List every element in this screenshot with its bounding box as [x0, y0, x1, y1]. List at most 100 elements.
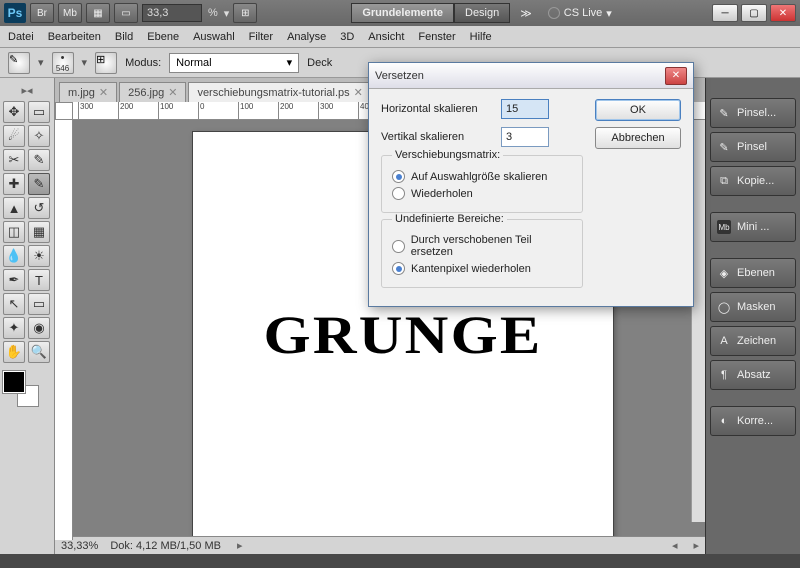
- hand-tool[interactable]: ✋: [3, 341, 25, 363]
- brush-tool[interactable]: ✎: [28, 173, 50, 195]
- blur-tool[interactable]: 💧: [3, 245, 25, 267]
- menu-bearbeiten[interactable]: Bearbeiten: [48, 31, 101, 43]
- marquee-tool[interactable]: ▭: [28, 101, 50, 123]
- ruler-origin[interactable]: [55, 102, 73, 120]
- menu-bild[interactable]: Bild: [115, 31, 133, 43]
- document-tab[interactable]: m.jpg✕: [59, 82, 117, 102]
- eyedropper-tool[interactable]: ✎: [28, 149, 50, 171]
- move-tool[interactable]: ✥: [3, 101, 25, 123]
- view-extras-button[interactable]: ▦: [86, 3, 110, 23]
- lasso-tool[interactable]: ☄: [3, 125, 25, 147]
- panel-masks[interactable]: ◯Masken: [710, 292, 796, 322]
- zoom-input[interactable]: 33,3: [142, 4, 202, 22]
- menu-ebene[interactable]: Ebene: [147, 31, 179, 43]
- foreground-swatch[interactable]: [3, 371, 25, 393]
- dodge-tool[interactable]: ☀: [28, 245, 50, 267]
- cancel-button[interactable]: Abbrechen: [595, 127, 681, 149]
- titlebar: Ps Br Mb ▦ ▭ 33,3 % ▾ ⊞ Grundelemente De…: [0, 0, 800, 26]
- panel-character[interactable]: AZeichen: [710, 326, 796, 356]
- ruler-vertical[interactable]: [55, 120, 73, 540]
- panel-grip-icon[interactable]: ▸◂: [3, 84, 51, 97]
- color-swatches[interactable]: [3, 371, 43, 407]
- path-tool[interactable]: ↖: [3, 293, 25, 315]
- panel-brush[interactable]: ✎Pinsel: [710, 132, 796, 162]
- menu-auswahl[interactable]: Auswahl: [193, 31, 235, 43]
- brush-preset-icon[interactable]: •546: [52, 52, 74, 74]
- close-button[interactable]: ✕: [770, 4, 796, 22]
- panel-adjustments[interactable]: ◐Korre...: [710, 406, 796, 436]
- menu-ansicht[interactable]: Ansicht: [368, 31, 404, 43]
- zoom-tool[interactable]: 🔍: [28, 341, 50, 363]
- panel-brush-presets[interactable]: ✎Pinsel...: [710, 98, 796, 128]
- dialog-title: Versetzen: [375, 70, 424, 82]
- status-zoom[interactable]: 33,33%: [61, 540, 98, 552]
- workspace-tab-essentials[interactable]: Grundelemente: [351, 3, 454, 23]
- workspace-tab-design[interactable]: Design: [454, 3, 510, 23]
- radio-tile[interactable]: Wiederholen: [392, 187, 572, 200]
- panel-minibridge[interactable]: MbMini ...: [710, 212, 796, 242]
- brush-panel-icon[interactable]: ⊞: [95, 52, 117, 74]
- screen-mode-button[interactable]: ▭: [114, 3, 138, 23]
- chevron-down-icon[interactable]: ▾: [38, 56, 44, 69]
- radio-repeat-edge[interactable]: Kantenpixel wiederholen: [392, 262, 572, 275]
- tools-panel: ▸◂ ✥ ▭ ☄ ✧ ✂ ✎ ✚ ✎ ▲ ↺ ◫ ▦ 💧 ☀ ✒ T ↖ ▭ ✦…: [0, 78, 55, 554]
- cslive-button[interactable]: CS Live ▾: [548, 7, 612, 20]
- menu-3d[interactable]: 3D: [340, 31, 354, 43]
- workspace-more-icon[interactable]: ≫: [520, 7, 532, 20]
- maximize-button[interactable]: ▢: [741, 4, 767, 22]
- hscale-input[interactable]: [501, 99, 549, 119]
- dialog-titlebar[interactable]: Versetzen ✕: [369, 63, 693, 89]
- heal-tool[interactable]: ✚: [3, 173, 25, 195]
- fieldset-legend: Verschiebungsmatrix:: [392, 149, 503, 161]
- close-icon[interactable]: ✕: [99, 86, 108, 99]
- menu-hilfe[interactable]: Hilfe: [470, 31, 492, 43]
- menu-datei[interactable]: Datei: [8, 31, 34, 43]
- eraser-tool[interactable]: ◫: [3, 221, 25, 243]
- history-brush-tool[interactable]: ↺: [28, 197, 50, 219]
- dialog-displace: Versetzen ✕ Horizontal skalieren Vertika…: [368, 62, 694, 307]
- minibridge-icon: Mb: [717, 220, 731, 234]
- radio-stretch[interactable]: Auf Auswahlgröße skalieren: [392, 170, 572, 183]
- status-docinfo[interactable]: Dok: 4,12 MB/1,50 MB: [110, 540, 221, 552]
- 3d-tool[interactable]: ✦: [3, 317, 25, 339]
- shape-tool[interactable]: ▭: [28, 293, 50, 315]
- wand-tool[interactable]: ✧: [28, 125, 50, 147]
- close-icon[interactable]: ✕: [354, 86, 363, 99]
- minibridge-button[interactable]: Mb: [58, 3, 82, 23]
- menu-fenster[interactable]: Fenster: [418, 31, 455, 43]
- document-tab[interactable]: verschiebungsmatrix-tutorial.ps✕: [188, 82, 371, 102]
- document-tab[interactable]: 256.jpg✕: [119, 82, 186, 102]
- canvas-text-layer: GRUNGE: [168, 304, 638, 366]
- bridge-button[interactable]: Br: [30, 3, 54, 23]
- gradient-tool[interactable]: ▦: [28, 221, 50, 243]
- blend-mode-select[interactable]: Normal▾: [169, 53, 299, 73]
- menu-analyse[interactable]: Analyse: [287, 31, 326, 43]
- chevron-down-icon[interactable]: ▾: [82, 56, 88, 69]
- collapsed-panels: ✎Pinsel... ✎Pinsel ⧉Kopie... MbMini ... …: [705, 78, 800, 554]
- brush-icon: ✎: [717, 106, 731, 120]
- zoom-unit: %: [208, 7, 218, 19]
- minimize-button[interactable]: ─: [712, 4, 738, 22]
- panel-clone[interactable]: ⧉Kopie...: [710, 166, 796, 196]
- dialog-close-button[interactable]: ✕: [665, 67, 687, 85]
- scroll-right-icon[interactable]: ▸: [693, 539, 699, 552]
- menu-filter[interactable]: Filter: [249, 31, 273, 43]
- zoom-dropdown-icon[interactable]: ▾: [224, 7, 230, 20]
- close-icon[interactable]: ✕: [168, 86, 177, 99]
- crop-tool[interactable]: ✂: [3, 149, 25, 171]
- adjustments-icon: ◐: [717, 414, 731, 428]
- scroll-left-icon[interactable]: ◂: [672, 539, 678, 552]
- arrange-button[interactable]: ⊞: [233, 3, 257, 23]
- panel-paragraph[interactable]: ¶Absatz: [710, 360, 796, 390]
- panel-layers[interactable]: ◈Ebenen: [710, 258, 796, 288]
- tool-preset-icon[interactable]: ✎: [8, 52, 30, 74]
- pen-tool[interactable]: ✒: [3, 269, 25, 291]
- vscale-input[interactable]: [501, 127, 549, 147]
- radio-wrap[interactable]: Durch verschobenen Teil ersetzen: [392, 234, 572, 258]
- status-caret-icon[interactable]: ▸: [237, 539, 243, 552]
- 3d-camera-tool[interactable]: ◉: [28, 317, 50, 339]
- stamp-tool[interactable]: ▲: [3, 197, 25, 219]
- ok-button[interactable]: OK: [595, 99, 681, 121]
- radio-icon: [392, 170, 405, 183]
- type-tool[interactable]: T: [28, 269, 50, 291]
